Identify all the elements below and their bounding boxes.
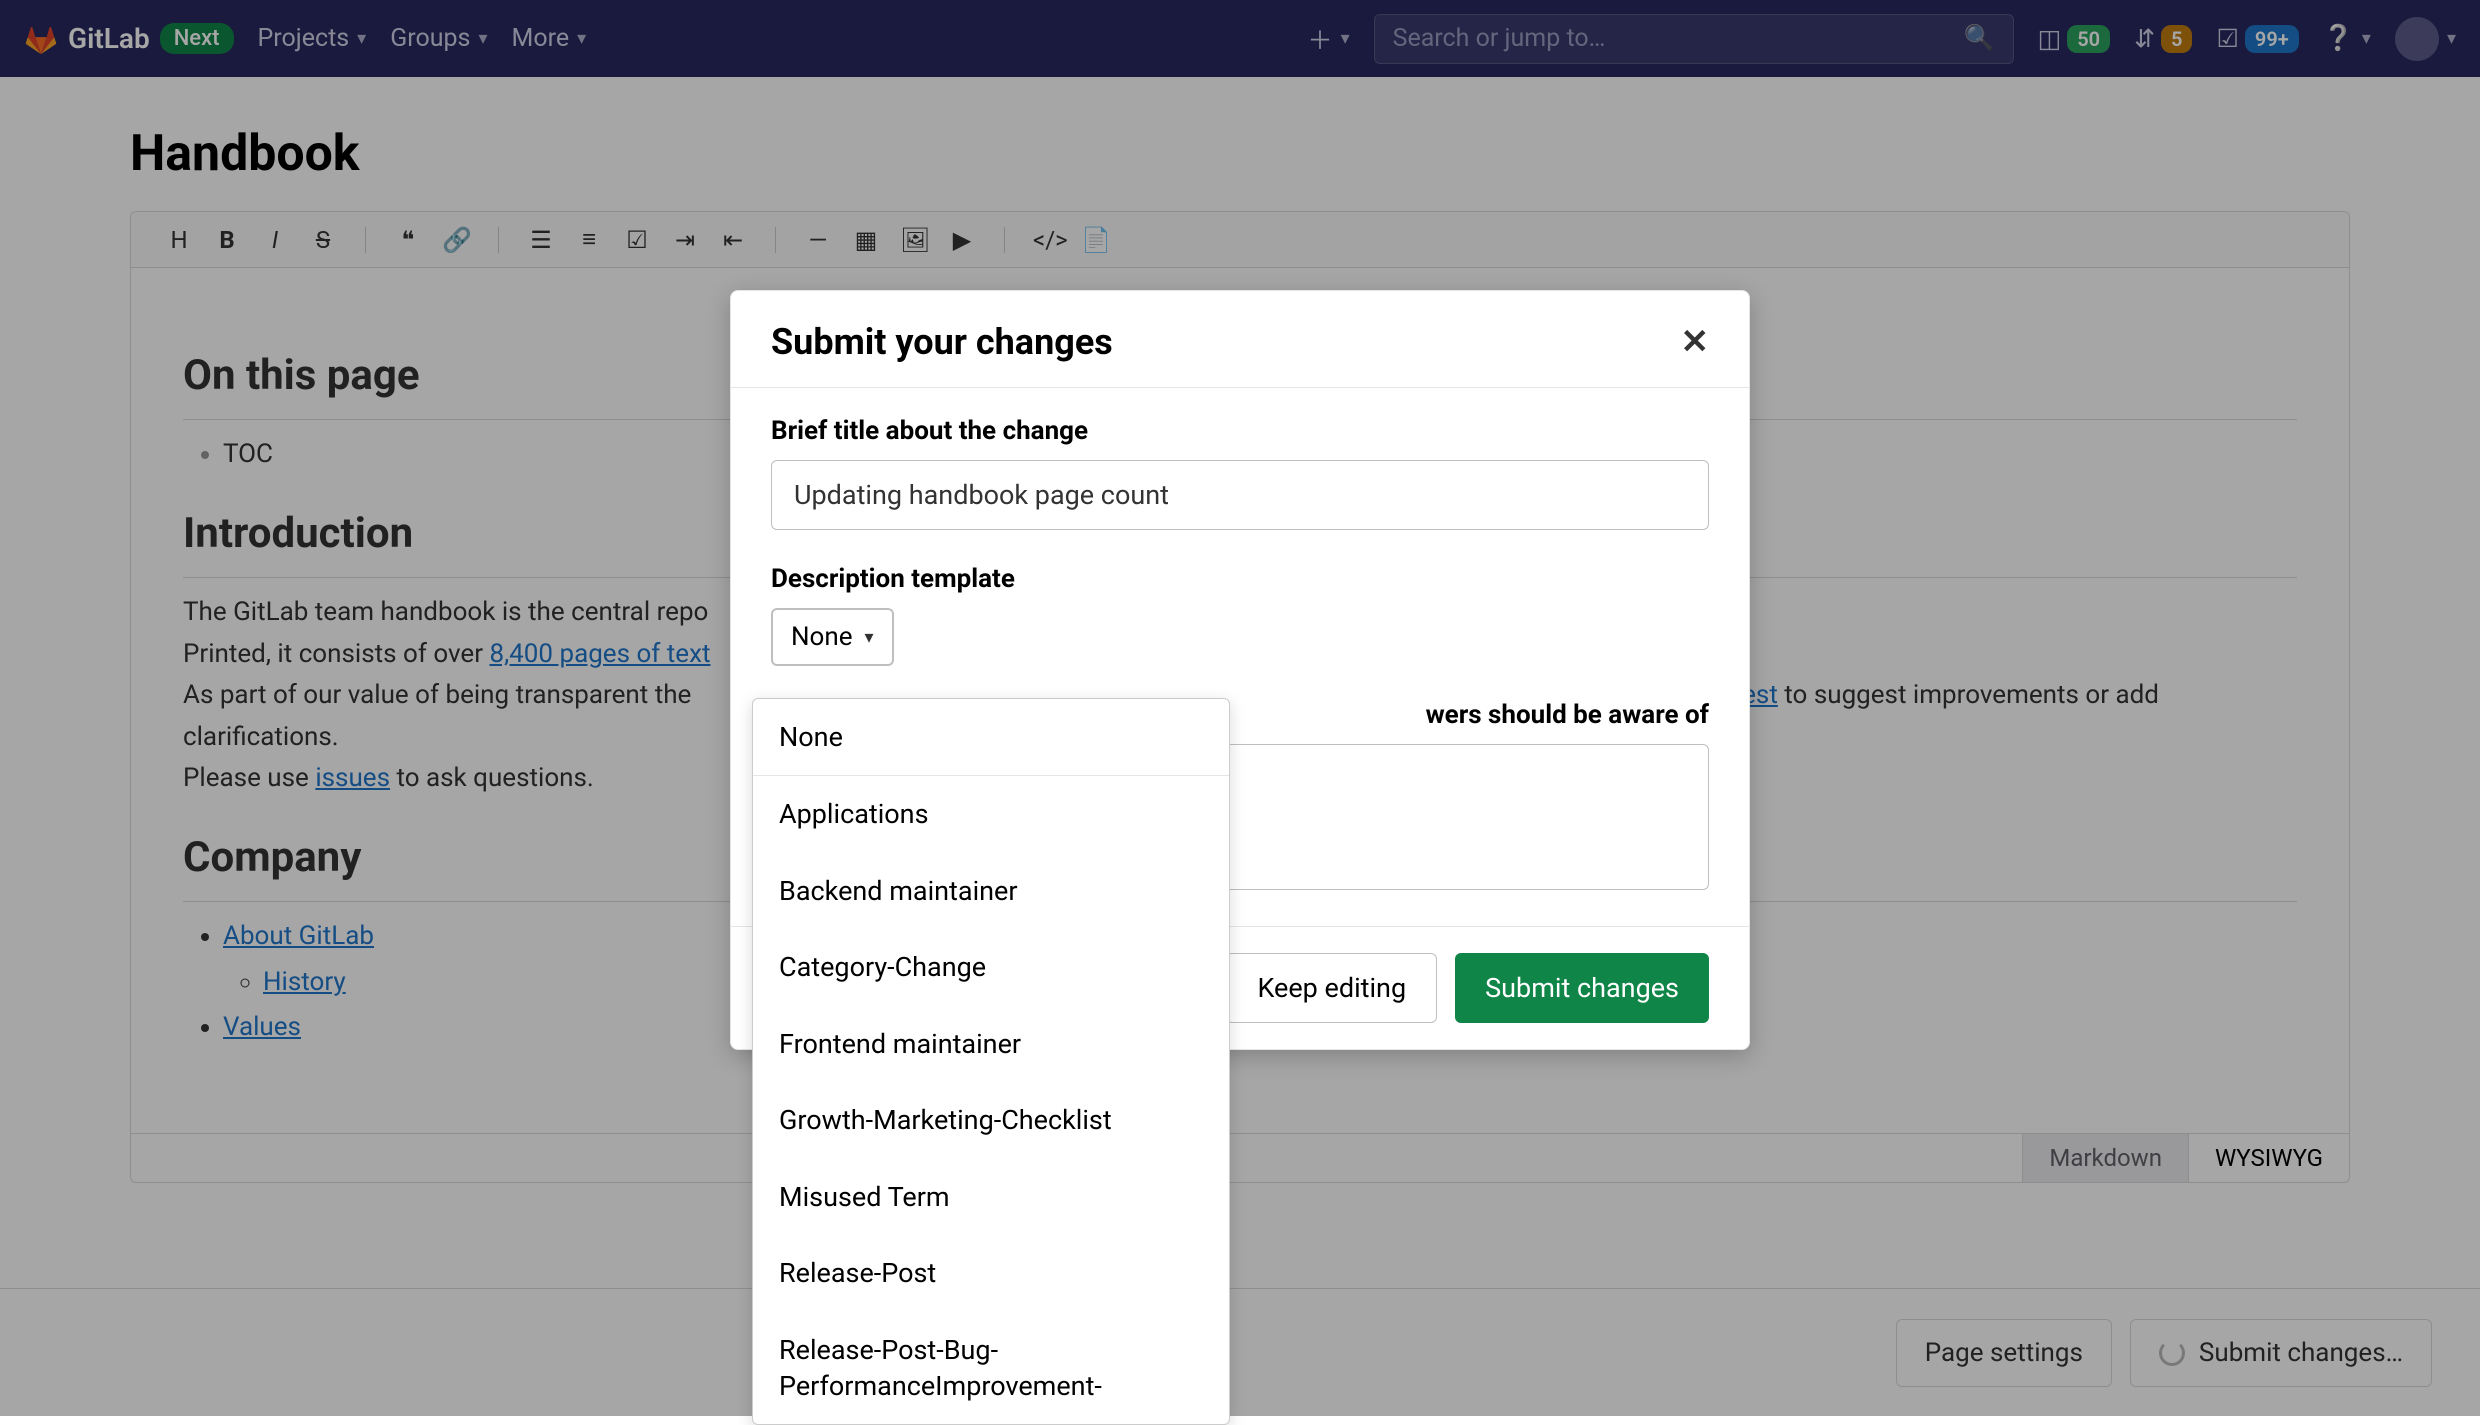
- template-option[interactable]: Release-Post: [753, 1235, 1229, 1311]
- close-icon[interactable]: ✕: [1681, 322, 1710, 362]
- submit-button[interactable]: Submit changes: [1455, 953, 1709, 1023]
- template-option[interactable]: Release-Post-Bug-PerformanceImprovement-: [753, 1312, 1229, 1425]
- keep-editing-button[interactable]: Keep editing: [1226, 953, 1437, 1023]
- template-option[interactable]: Category-Change: [753, 929, 1229, 1005]
- template-option[interactable]: Applications: [753, 776, 1229, 852]
- template-option[interactable]: Frontend maintainer: [753, 1006, 1229, 1082]
- modal-title: Submit your changes: [771, 321, 1113, 363]
- template-select[interactable]: None▾: [771, 608, 894, 666]
- template-dropdown: None Applications Backend maintainer Cat…: [752, 698, 1230, 1425]
- title-label: Brief title about the change: [771, 416, 1709, 446]
- template-option[interactable]: None: [753, 699, 1229, 776]
- template-option[interactable]: Misused Term: [753, 1159, 1229, 1235]
- modal-header: Submit your changes ✕: [731, 291, 1749, 388]
- template-label: Description template: [771, 564, 1709, 594]
- title-input[interactable]: [771, 460, 1709, 530]
- template-option[interactable]: Backend maintainer: [753, 853, 1229, 929]
- template-option[interactable]: Growth-Marketing-Checklist: [753, 1082, 1229, 1158]
- chevron-down-icon: ▾: [865, 627, 874, 648]
